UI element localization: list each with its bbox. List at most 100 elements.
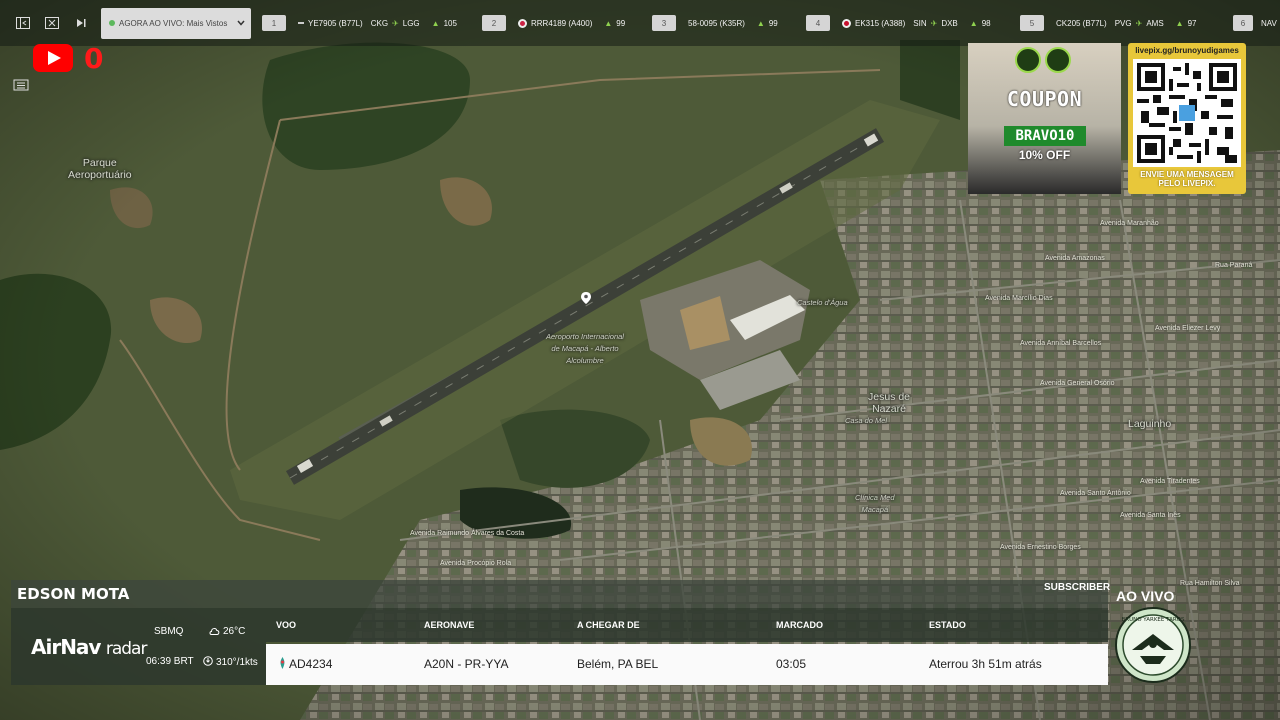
viewers-icon: ▲ <box>604 18 613 28</box>
flight-callsign: EK315 (A388) <box>855 18 906 28</box>
flight-origin: SIN <box>913 18 927 28</box>
temperature-value: 26°C <box>223 626 246 637</box>
route-arrow-icon: ✈ <box>1135 18 1143 28</box>
map-label-clinic: Clínica Med Macapá <box>855 493 895 514</box>
street-label: Avenida General Osório <box>1040 380 1115 387</box>
collapse-sidebar-icon[interactable] <box>10 10 36 36</box>
chevron-down-icon <box>237 19 245 28</box>
flight-callsign: NAV <box>1261 18 1277 28</box>
column-header: MARCADO <box>776 620 823 630</box>
map-label-park: Parque Aeroportuário <box>68 157 132 181</box>
origin-cell: Belém, PA BEL <box>577 657 659 671</box>
airport-icao: SBMQ <box>154 626 184 637</box>
flight-info-panel: EDSON MOTA AirNav radar SBMQ 06:39 BRT 2… <box>11 580 1108 685</box>
live-label: AO VIVO <box>1116 588 1175 604</box>
flight-tab-3[interactable]: 3 58-0095 (K35R) ▲ 99 <box>652 14 778 32</box>
livepix-message: ENVIE UMA MENSAGEM PELO LIVEPIX. <box>1140 170 1234 188</box>
street-label: Avenida Ernestino Borges <box>1000 544 1081 551</box>
flight-origin: CKG <box>370 18 389 28</box>
flight-destination: LGG <box>402 18 420 28</box>
viewers-icon: ▲ <box>969 18 978 28</box>
flight-tab-6[interactable]: 6 NAV <box>1233 14 1277 32</box>
wind-value: 310°/1kts <box>216 657 258 668</box>
column-header: ESTADO <box>929 620 966 630</box>
flight-callsign: YE7905 (B77L) <box>308 18 363 28</box>
street-label: Avenida Eliezer Levy <box>1155 325 1221 332</box>
temperature: 26°C <box>209 626 245 637</box>
tab-rank: 6 <box>1233 15 1253 31</box>
route-arrow-icon: ✈ <box>930 18 938 28</box>
streamer-name: EDSON MOTA <box>11 580 1108 608</box>
livepix-qr-ad: livepix.gg/brunoyudigames ENVIE UMA MENS… <box>1128 43 1246 194</box>
flight-viewers: 98 <box>981 18 991 28</box>
coupon-code: BRAVO10 <box>1004 126 1086 146</box>
flight-tab-1[interactable]: 1 YE7905 (B77L) CKG ✈ LGG ▲ 105 <box>262 14 457 32</box>
map-label-laguinho: Laguinho <box>1128 418 1172 430</box>
flight-tab-2[interactable]: 2 RRR4189 (A400) ▲ 99 <box>482 14 625 32</box>
street-label: Avenida Tiradentes <box>1140 478 1200 485</box>
skip-next-icon[interactable] <box>68 10 94 36</box>
viewers-icon: ▲ <box>1175 18 1184 28</box>
tab-rank: 2 <box>482 15 506 31</box>
crest-text: BRUNO YARKEE TAROS <box>1122 617 1185 623</box>
flight-destination: AMS <box>1146 18 1164 28</box>
airline-logo-icon <box>280 657 285 669</box>
qr-code-icon <box>1133 59 1241 167</box>
flight-viewers: 99 <box>616 18 626 28</box>
street-label: Avenida Anníbal Barcellos <box>1020 340 1102 347</box>
scheduled-cell: 03:05 <box>776 657 807 671</box>
column-header: A CHEGAR DE <box>577 620 640 630</box>
airline-logo-icon <box>518 18 527 28</box>
cloud-icon <box>209 628 220 635</box>
viewers-icon: ▲ <box>756 18 765 28</box>
viewers-icon: ▲ <box>431 18 440 28</box>
map-label-water-tower: Castelo d'Água <box>797 298 848 307</box>
street-label: Avenida Raimundo Álvares da Costa <box>410 530 525 537</box>
wind: 310°/1kts <box>203 656 258 668</box>
airport-info-box: AirNav radar SBMQ 06:39 BRT 26°C 310°/1k… <box>11 608 266 685</box>
sponsor-logo-icon <box>1045 47 1071 73</box>
airline-logo-icon <box>842 18 851 28</box>
stream-screen: Parque Aeroportuário Aeroporto Internaci… <box>0 0 1280 720</box>
column-header: AERONAVE <box>424 620 475 630</box>
map-label-airport: Aeroporto Internacional de Macapá - Albe… <box>546 332 624 365</box>
flight-tab-4[interactable]: 4 EK315 (A388) SIN ✈ DXB ▲ 98 <box>806 14 991 32</box>
youtube-logo-icon <box>33 44 73 72</box>
tab-rank: 3 <box>652 15 676 31</box>
airline-logo-icon <box>298 22 304 24</box>
column-header: VOO <box>276 620 297 630</box>
aircraft-cell: A20N - PR-YYA <box>424 657 509 671</box>
livepix-url: livepix.gg/brunoyudigames <box>1135 46 1239 55</box>
wind-icon <box>203 656 213 666</box>
coupon-discount: 10% OFF <box>1018 148 1071 162</box>
street-label: Rua Hamilton Silva <box>1180 580 1240 587</box>
flight-number: AD4234 <box>289 657 333 671</box>
flight-callsign: 58-0095 (K35R) <box>688 18 745 28</box>
channel-crest-logo: BRUNO YARKEE TAROS <box>1115 607 1191 683</box>
subscriber-label: SUBSCRIBER <box>1044 582 1111 593</box>
layers-panel-icon[interactable] <box>13 78 29 92</box>
tab-rank: 5 <box>1020 15 1044 31</box>
flight-destination: DXB <box>941 18 958 28</box>
coupon-ad: COUPON BRAVO10 10% OFF <box>968 43 1121 194</box>
street-label: Rua Paraná <box>1215 262 1253 269</box>
flight-row[interactable]: AD4234 A20N - PR-YYA Belém, PA BEL 03:05… <box>266 644 1108 685</box>
map-label-nazare: Jesus de Nazaré <box>868 391 911 415</box>
flight-origin: PVG <box>1114 18 1132 28</box>
airnav-logo: AirNav radar <box>31 635 147 659</box>
status-cell: Aterrou 3h 51m atrás <box>929 657 1042 671</box>
flight-cell: AD4234 <box>278 657 332 671</box>
flight-tab-5[interactable]: 5 CK205 (B77L) PVG ✈ AMS ▲ 97 <box>1020 14 1196 32</box>
close-panel-icon[interactable] <box>39 10 65 36</box>
live-dot-icon <box>109 20 115 26</box>
local-time: 06:39 BRT <box>146 656 194 667</box>
coupon-title: COUPON <box>1006 87 1083 111</box>
flight-viewers: 105 <box>443 18 457 28</box>
map-label-casa: Casa do Mel <box>845 416 888 425</box>
route-arrow-icon: ✈ <box>392 18 399 28</box>
flight-callsign: CK205 (B77L) <box>1056 18 1107 28</box>
flight-table-header: VOO AERONAVE A CHEGAR DE MARCADO ESTADO <box>266 608 1108 642</box>
live-view-select[interactable]: AGORA AO VIVO: Mais Vistos <box>101 7 251 39</box>
street-label: Avenida Amazonas <box>1045 255 1105 262</box>
viewer-count: 0 <box>84 42 104 75</box>
